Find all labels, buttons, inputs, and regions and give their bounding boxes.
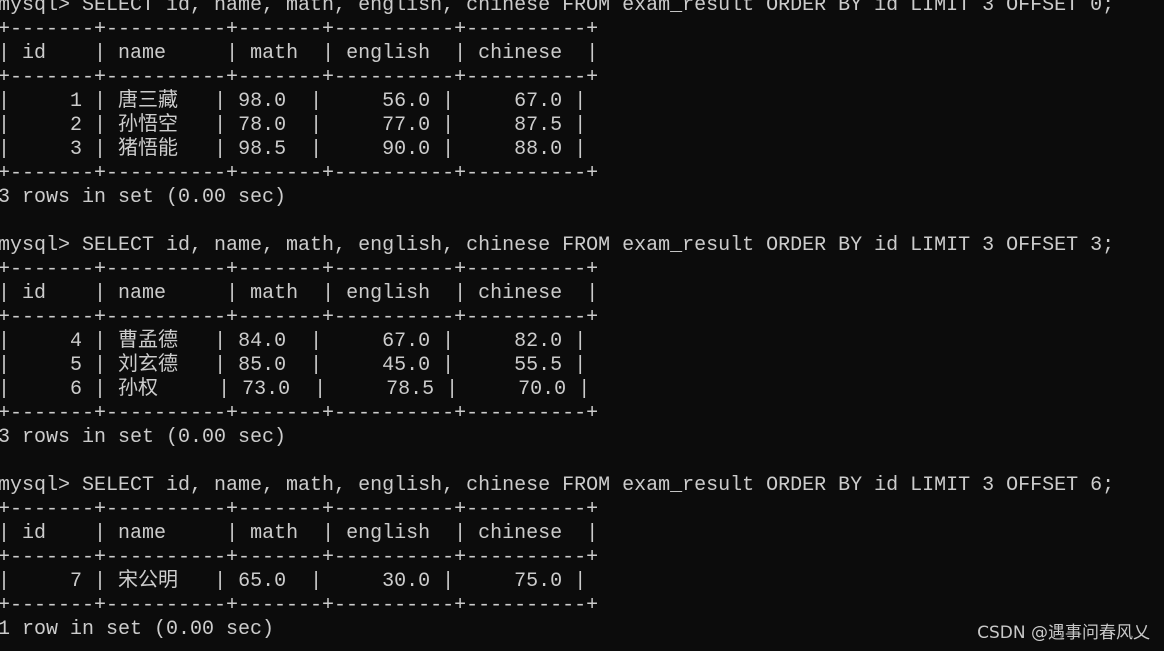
cell-name: 猪悟能 (106, 138, 215, 161)
cell-name: 曹孟德 (106, 330, 215, 353)
cell-english: 67.0 (322, 330, 443, 353)
cell-english: 78.5 (326, 378, 447, 401)
column-header-id: id (10, 42, 95, 65)
cell-name: 唐三藏 (106, 90, 215, 113)
cell-id: 1 (10, 90, 95, 113)
cell-chinese: 70.0 (458, 378, 579, 401)
table-row: | 2 | 孙悟空 | 78.0 | 77.0 | 87.5 | (0, 114, 587, 137)
cell-id: 3 (10, 138, 95, 161)
status-line: 1 row in set (0.00 sec) (0, 618, 275, 641)
table-row: | 6 | 孙权 | 73.0 | 78.5 | 70.0 | (0, 378, 591, 401)
table-border: +-------+----------+-------+----------+-… (0, 162, 599, 185)
cell-english: 77.0 (322, 114, 443, 137)
table-border: +-------+----------+-------+----------+-… (0, 498, 599, 521)
cell-math: 73.0 (230, 378, 315, 401)
status-line: 3 rows in set (0.00 sec) (0, 426, 287, 449)
cell-math: 85.0 (226, 354, 311, 377)
table-header-row: | id | name | math | english | chinese | (0, 42, 599, 65)
table-border: +-------+----------+-------+----------+-… (0, 594, 599, 617)
column-header-name: name (106, 522, 227, 545)
mysql-prompt: mysql> (0, 234, 71, 257)
column-header-chinese: chinese (466, 522, 587, 545)
column-header-id: id (10, 522, 95, 545)
cell-chinese: 82.0 (454, 330, 575, 353)
cell-id: 4 (10, 330, 95, 353)
cell-chinese: 55.5 (454, 354, 575, 377)
column-header-math: math (238, 282, 323, 305)
sql-command: SELECT id, name, math, english, chinese … (70, 474, 1115, 497)
column-header-math: math (238, 522, 323, 545)
cell-id: 7 (10, 570, 95, 593)
column-header-english: english (334, 282, 455, 305)
cell-chinese: 88.0 (454, 138, 575, 161)
cell-math: 78.0 (226, 114, 311, 137)
watermark: CSDN @遇事问春风乂 (977, 623, 1150, 643)
cell-math: 84.0 (226, 330, 311, 353)
table-header-row: | id | name | math | english | chinese | (0, 282, 599, 305)
column-header-name: name (106, 42, 227, 65)
table-border: +-------+----------+-------+----------+-… (0, 546, 599, 569)
table-row: | 3 | 猪悟能 | 98.5 | 90.0 | 88.0 | (0, 138, 587, 161)
command-line: mysql> SELECT id, name, math, english, c… (0, 474, 1114, 498)
sql-command: SELECT id, name, math, english, chinese … (70, 0, 1115, 17)
cell-id: 5 (10, 354, 95, 377)
result-table: +-------+----------+-------+----------+-… (0, 18, 1114, 186)
table-border: +-------+----------+-------+----------+-… (0, 18, 599, 41)
status-line: 3 rows in set (0.00 sec) (0, 186, 287, 209)
cell-name: 刘玄德 (106, 354, 215, 377)
table-border: +-------+----------+-------+----------+-… (0, 402, 599, 425)
column-header-math: math (238, 42, 323, 65)
column-header-chinese: chinese (466, 282, 587, 305)
table-border: +-------+----------+-------+----------+-… (0, 258, 599, 281)
cell-id: 2 (10, 114, 95, 137)
column-header-chinese: chinese (466, 42, 587, 65)
cell-chinese: 87.5 (454, 114, 575, 137)
cell-english: 30.0 (322, 570, 443, 593)
result-table: +-------+----------+-------+----------+-… (0, 258, 1114, 426)
mysql-prompt: mysql> (0, 474, 71, 497)
column-header-english: english (334, 42, 455, 65)
cell-name: 宋公明 (106, 570, 215, 593)
command-line: mysql> SELECT id, name, math, english, c… (0, 0, 1114, 18)
table-row: | 4 | 曹孟德 | 84.0 | 67.0 | 82.0 | (0, 330, 587, 353)
column-header-id: id (10, 282, 95, 305)
cell-english: 90.0 (322, 138, 443, 161)
cell-name: 孙悟空 (106, 114, 215, 137)
cell-id: 6 (10, 378, 95, 401)
table-border: +-------+----------+-------+----------+-… (0, 306, 599, 329)
table-row: | 7 | 宋公明 | 65.0 | 30.0 | 75.0 | (0, 570, 587, 593)
mysql-prompt: mysql> (0, 0, 71, 17)
cell-english: 56.0 (322, 90, 443, 113)
table-border: +-------+----------+-------+----------+-… (0, 66, 599, 89)
cell-math: 65.0 (226, 570, 311, 593)
sql-command: SELECT id, name, math, english, chinese … (70, 234, 1115, 257)
cell-english: 45.0 (322, 354, 443, 377)
table-row: | 5 | 刘玄德 | 85.0 | 45.0 | 55.5 | (0, 354, 587, 377)
result-table: +-------+----------+-------+----------+-… (0, 498, 1114, 618)
table-row: | 1 | 唐三藏 | 98.0 | 56.0 | 67.0 | (0, 90, 587, 113)
cell-chinese: 67.0 (454, 90, 575, 113)
column-header-name: name (106, 282, 227, 305)
cell-math: 98.0 (226, 90, 311, 113)
cell-name: 孙权 (106, 378, 219, 401)
table-header-row: | id | name | math | english | chinese | (0, 522, 599, 545)
command-line: mysql> SELECT id, name, math, english, c… (0, 234, 1114, 258)
terminal-output: mysql> SELECT id, name, math, english, c… (0, 0, 1114, 642)
cell-math: 98.5 (226, 138, 311, 161)
column-header-english: english (334, 522, 455, 545)
cell-chinese: 75.0 (454, 570, 575, 593)
